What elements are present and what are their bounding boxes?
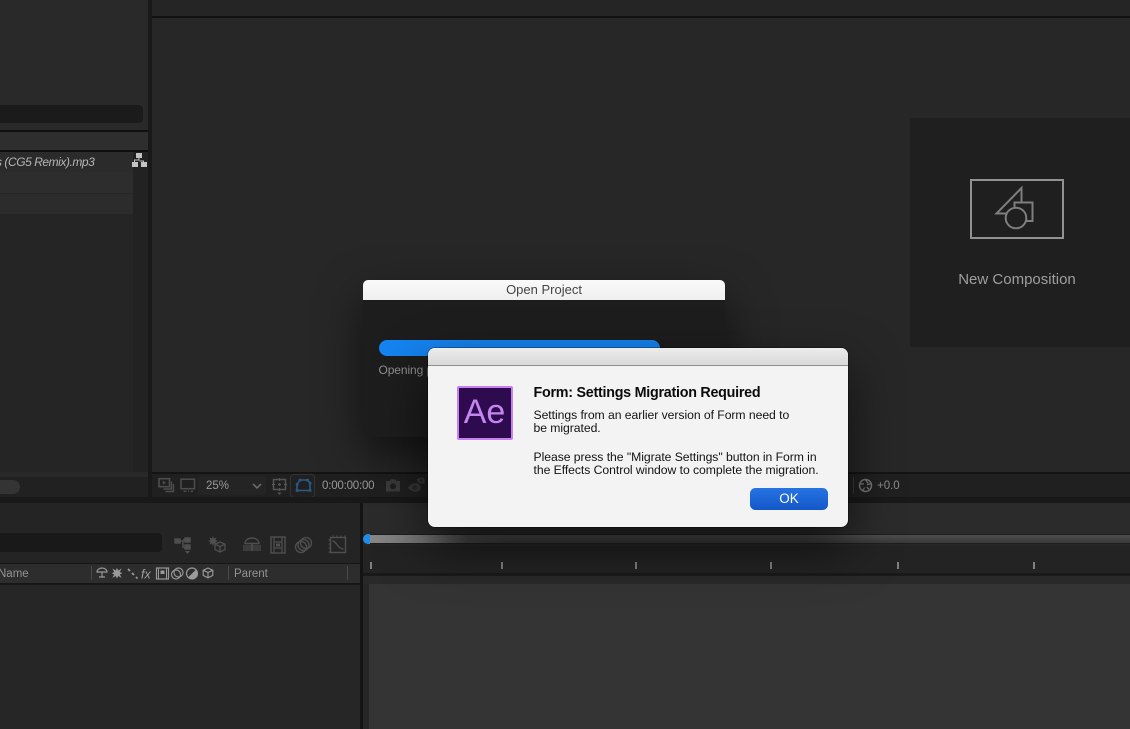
svg-text:fx: fx [141, 568, 151, 582]
